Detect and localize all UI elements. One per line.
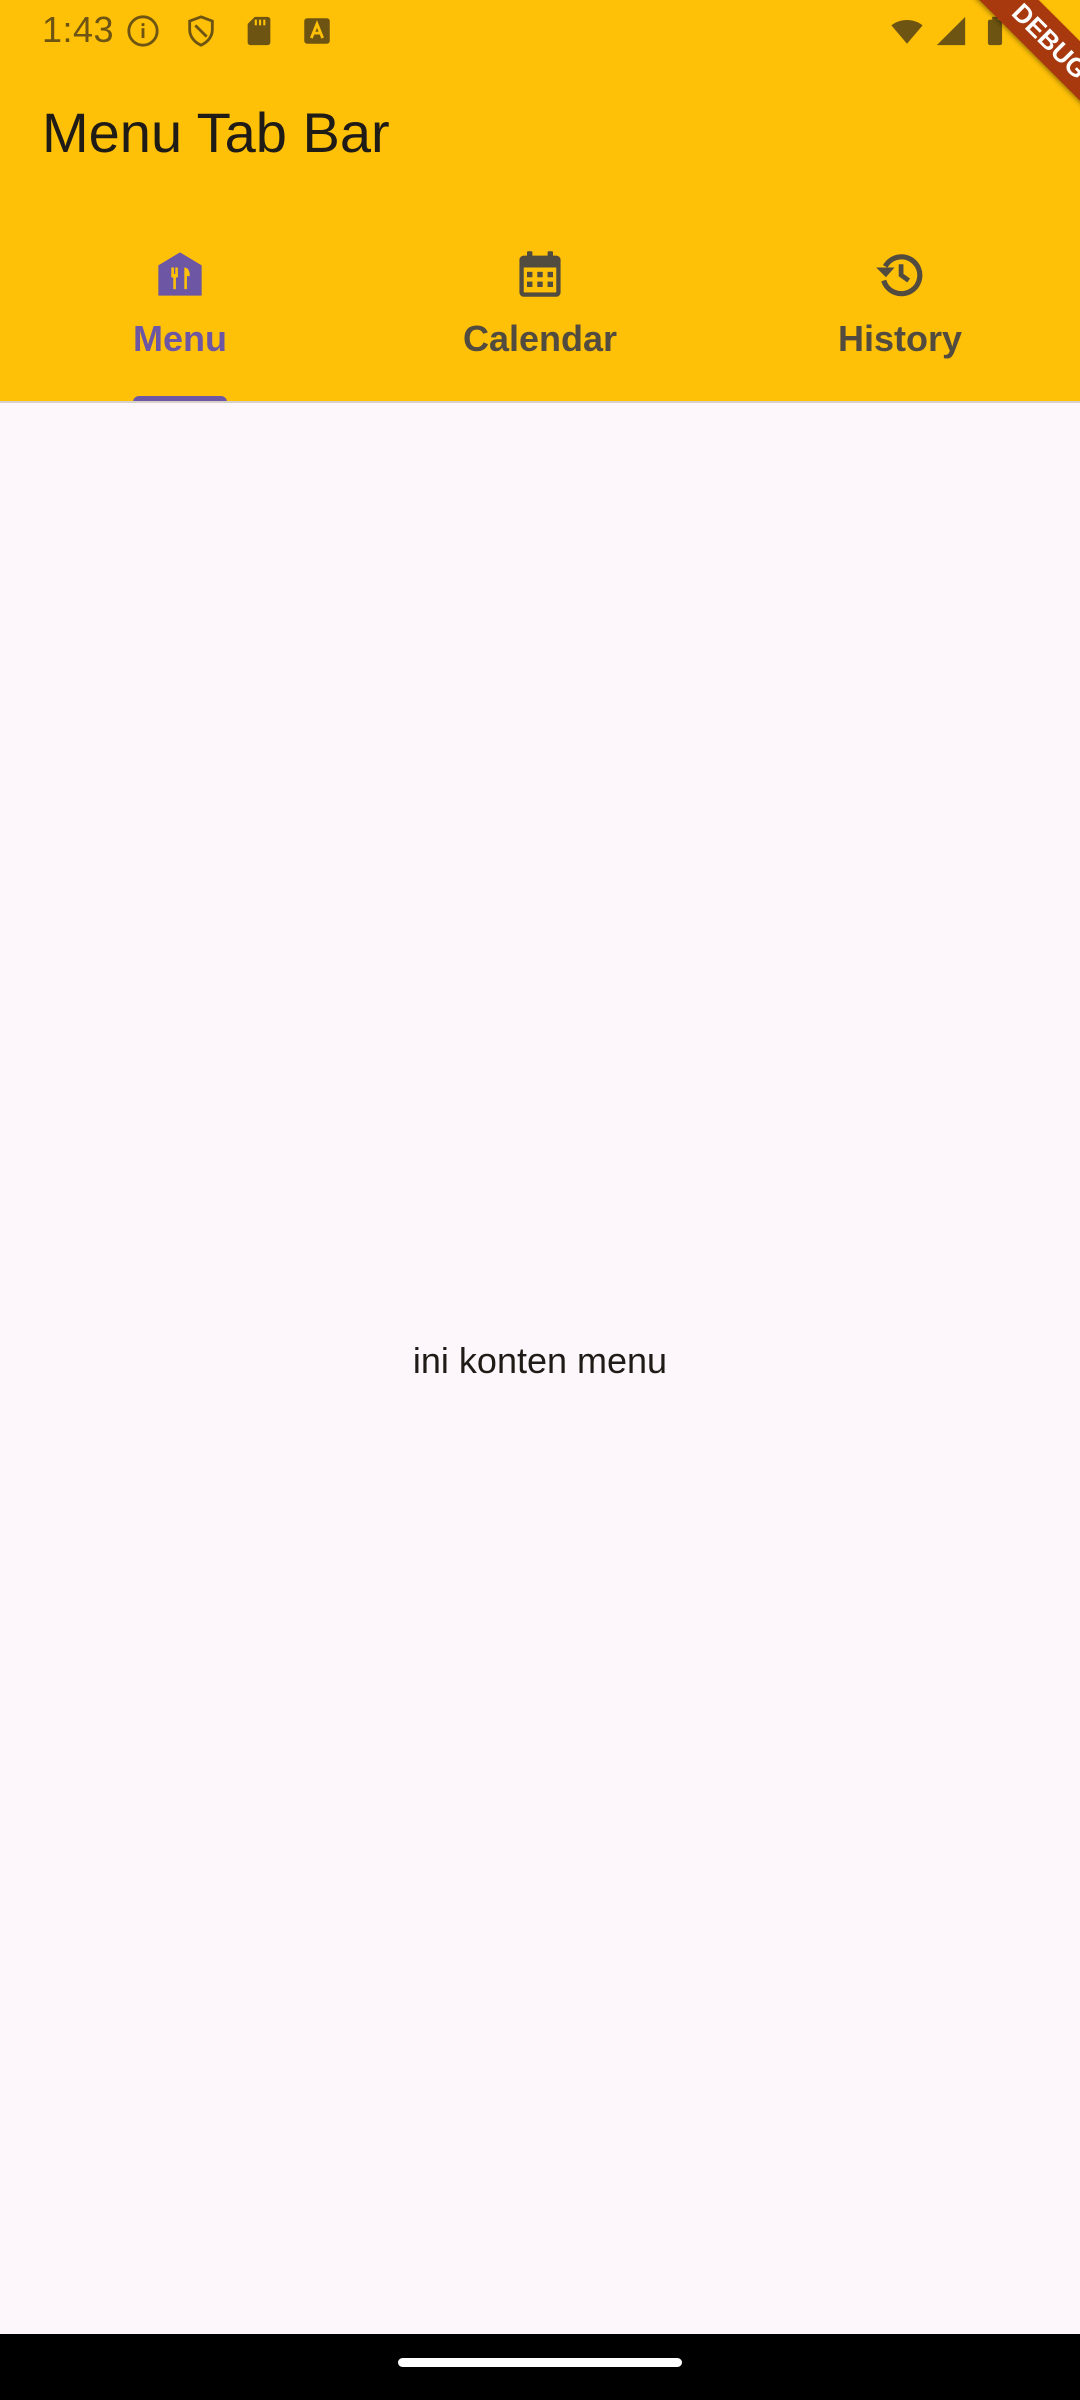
app-bar: 1:43 Menu Tab Bar Menu Calendar History <box>0 0 1080 402</box>
calendar-icon <box>519 251 561 297</box>
tab-label: Calendar <box>462 318 618 359</box>
tab-bar-divider <box>0 401 1080 403</box>
shield-icon <box>188 15 214 47</box>
restaurant-house-icon <box>158 252 202 296</box>
tab-label: Menu <box>133 318 227 359</box>
tab-bar: Menu Calendar History <box>0 236 1080 402</box>
page-title: Menu Tab Bar <box>42 101 390 164</box>
wifi-icon <box>891 20 923 44</box>
tab-history[interactable]: History <box>720 236 1080 400</box>
status-bar: 1:43 <box>0 0 1080 64</box>
keyboard-a-icon <box>304 18 330 44</box>
tab-menu[interactable]: Menu <box>0 236 360 402</box>
signal-icon <box>936 16 966 46</box>
tab-calendar[interactable]: Calendar <box>360 236 720 400</box>
tab-label: History <box>837 318 963 359</box>
tab-content-text: ini konten menu <box>412 1340 668 1381</box>
status-time: 1:43 <box>42 9 115 50</box>
system-navigation-bar <box>0 2334 1080 2400</box>
home-gesture-handle[interactable] <box>398 2358 682 2367</box>
history-icon <box>876 254 923 297</box>
sd-card-icon <box>247 16 271 46</box>
info-icon <box>127 15 159 47</box>
